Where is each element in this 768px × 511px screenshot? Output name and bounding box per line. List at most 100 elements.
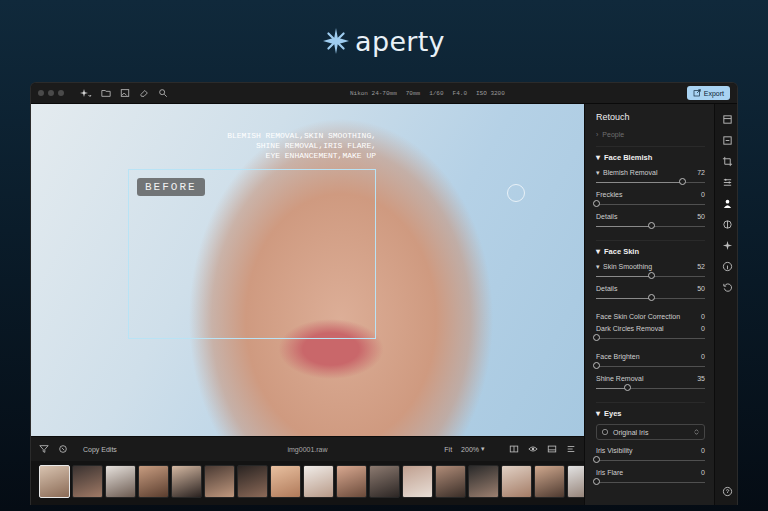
presets-icon[interactable] <box>722 114 733 125</box>
photo-canvas[interactable]: BLEMISH REMOVAL,SKIN SMOOTHING,SHINE REM… <box>31 104 584 436</box>
slider-knob[interactable] <box>593 334 600 341</box>
filmstrip-thumbnail[interactable] <box>303 465 334 498</box>
filmstrip-thumbnail[interactable] <box>105 465 136 498</box>
row-caret[interactable]: ▾ <box>596 263 600 271</box>
slider-knob[interactable] <box>648 222 655 229</box>
slider-knob[interactable] <box>679 178 686 185</box>
row-caret[interactable]: ▾ <box>596 169 600 177</box>
magnifier-icon[interactable] <box>158 88 168 98</box>
history-icon[interactable] <box>722 282 733 293</box>
image-icon[interactable] <box>120 88 130 98</box>
row-value[interactable]: 52 <box>697 263 705 270</box>
row-label-line: Details50 <box>596 284 705 293</box>
slider-knob[interactable] <box>593 456 600 463</box>
slider-track[interactable] <box>596 221 705 231</box>
copy-edits-button[interactable]: Copy Edits <box>83 446 117 453</box>
row-label-line: Face Skin Color Correction0 <box>596 312 705 321</box>
caption-line: EYE ENHANCEMENT,MAKE UP <box>227 151 376 161</box>
before-compare-box[interactable]: BEFORE <box>128 169 376 339</box>
window-control-button[interactable] <box>58 90 64 96</box>
filmstrip-thumbnail[interactable] <box>501 465 532 498</box>
eraser-icon[interactable] <box>139 88 149 98</box>
mask-icon[interactable] <box>722 219 733 230</box>
layers-icon[interactable] <box>722 135 733 146</box>
info-icon[interactable] <box>722 261 733 272</box>
section-header[interactable]: ▾Face Skin <box>596 247 705 256</box>
window-control-button[interactable] <box>48 90 54 96</box>
slider-knob[interactable] <box>593 362 600 369</box>
filmstrip-thumbnail[interactable] <box>435 465 466 498</box>
slider-knob[interactable] <box>593 200 600 207</box>
slider-fill <box>596 388 627 389</box>
row-value[interactable]: 72 <box>697 169 705 176</box>
sparkle-icon[interactable] <box>722 240 733 251</box>
filmstrip-thumbnail[interactable] <box>237 465 268 498</box>
row-value[interactable]: 0 <box>701 469 705 476</box>
filmstrip-thumbnail[interactable] <box>39 465 70 498</box>
crop-icon[interactable] <box>722 156 733 167</box>
slider-track[interactable] <box>596 477 705 487</box>
filmstrip-thumbnail[interactable] <box>336 465 367 498</box>
filmstrip-thumbnail[interactable] <box>402 465 433 498</box>
row-value[interactable]: 0 <box>701 353 705 360</box>
row-label-line: ▾Blemish Removal72 <box>596 168 705 177</box>
gallery-icon[interactable] <box>547 444 557 454</box>
slider-track[interactable] <box>596 293 705 303</box>
row-value[interactable]: 35 <box>697 375 705 382</box>
workspace: BLEMISH REMOVAL,SKIN SMOOTHING,SHINE REM… <box>31 104 737 505</box>
brush-cursor-icon <box>507 184 525 202</box>
bottom-bar: Copy Editsimg0001.rawFit200%▾ <box>31 436 584 461</box>
viewer-column: BLEMISH REMOVAL,SKIN SMOOTHING,SHINE REM… <box>31 104 584 505</box>
filmstrip-thumbnail[interactable] <box>534 465 565 498</box>
filmstrip-thumbnail[interactable] <box>72 465 103 498</box>
slider-line <box>596 204 705 205</box>
eye-icon[interactable] <box>528 444 538 454</box>
row-value[interactable]: 50 <box>697 213 705 220</box>
adjust-icon[interactable] <box>722 177 733 188</box>
slider-track[interactable] <box>596 383 705 393</box>
slider-track[interactable] <box>596 199 705 209</box>
bottom-bar-left: Copy Edits <box>39 444 287 454</box>
sparkle-menu-icon[interactable] <box>79 88 92 98</box>
row-value[interactable]: 50 <box>697 285 705 292</box>
row-value[interactable]: 0 <box>701 313 705 320</box>
slider-row: Face Brighten0 <box>596 352 705 371</box>
person-icon[interactable] <box>722 198 733 209</box>
filmstrip-thumbnail[interactable] <box>468 465 499 498</box>
slider-knob[interactable] <box>624 384 631 391</box>
filmstrip-thumbnail[interactable] <box>270 465 301 498</box>
filter-icon[interactable] <box>39 444 49 454</box>
row-value[interactable]: 0 <box>701 325 705 332</box>
fit-button[interactable]: Fit <box>444 446 452 453</box>
section-header[interactable]: ▾Eyes <box>596 409 705 418</box>
people-row: ›People <box>596 131 705 138</box>
slider-track[interactable] <box>596 361 705 371</box>
filmstrip-thumbnail[interactable] <box>171 465 202 498</box>
slider-knob[interactable] <box>593 478 600 485</box>
slider-knob[interactable] <box>648 272 655 279</box>
row-label-line: ▾Skin Smoothing52 <box>596 262 705 271</box>
row-value[interactable]: 0 <box>701 447 705 454</box>
filmstrip-thumbnail[interactable] <box>138 465 169 498</box>
filmstrip-thumbnail[interactable] <box>567 465 584 498</box>
slider-track[interactable] <box>596 271 705 281</box>
filmstrip-thumbnail[interactable] <box>369 465 400 498</box>
zoom-select[interactable]: 200%▾ <box>461 445 485 453</box>
row-label-group: Iris Visibility <box>596 447 632 454</box>
split-view-icon[interactable] <box>509 444 519 454</box>
slider-track[interactable] <box>596 177 705 187</box>
row-value[interactable]: 0 <box>701 191 705 198</box>
help-icon[interactable] <box>722 486 733 497</box>
export-icon <box>693 89 701 97</box>
slider-knob[interactable] <box>648 294 655 301</box>
list-icon[interactable] <box>566 444 576 454</box>
slider-track[interactable] <box>596 455 705 465</box>
circle-icon[interactable] <box>58 444 68 454</box>
export-button[interactable]: Export <box>687 86 730 100</box>
window-control-button[interactable] <box>38 90 44 96</box>
folder-icon[interactable] <box>101 88 111 98</box>
slider-track[interactable] <box>596 333 705 343</box>
section-header[interactable]: ▾Face Blemish <box>596 153 705 162</box>
filmstrip-thumbnail[interactable] <box>204 465 235 498</box>
iris-dropdown[interactable]: Original Iris <box>596 424 705 440</box>
